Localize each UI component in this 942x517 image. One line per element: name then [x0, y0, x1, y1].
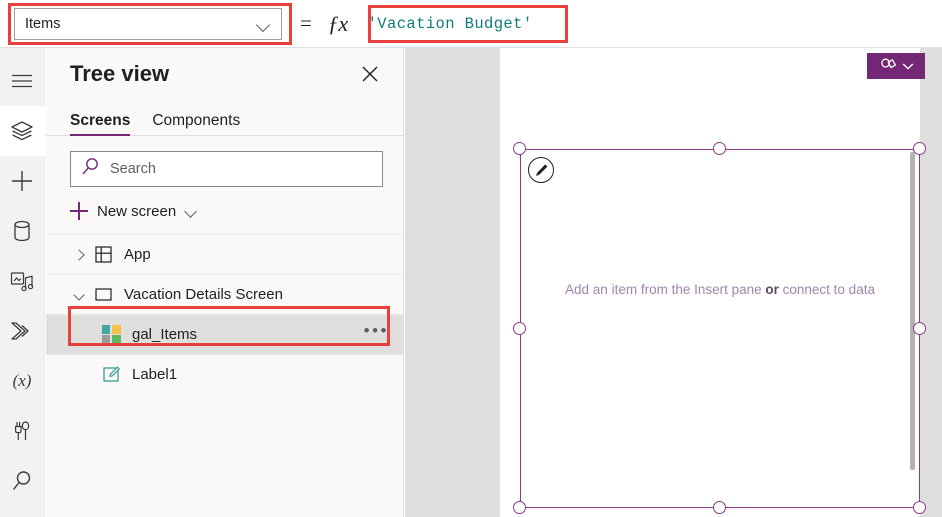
tree-item-label: App	[124, 246, 151, 263]
fx-icon: ƒx	[327, 10, 348, 36]
panel-title: Tree view	[70, 61, 170, 86]
chevron-down-icon	[74, 290, 84, 300]
tools-icon	[12, 420, 32, 442]
gallery-scrollbar[interactable]	[910, 152, 915, 470]
rail-item-data[interactable]	[0, 206, 45, 256]
panel-tabs: Screens Components	[46, 100, 403, 136]
search-input[interactable]	[110, 161, 372, 177]
gallery-empty-suffix: connect to data	[778, 282, 875, 297]
property-dropdown[interactable]: Items	[14, 7, 282, 40]
power-apps-studio: Items = ƒx 'Vacation Budget' (x) Tree vi…	[0, 0, 942, 517]
theme-shapes-icon	[879, 57, 899, 75]
tree-item-app[interactable]: App	[46, 234, 403, 274]
selection-handle-bottom-center[interactable]	[713, 501, 726, 514]
plus-icon	[70, 202, 88, 220]
rail-item-insert[interactable]	[0, 156, 45, 206]
tree-item-gal-items[interactable]: gal_Items •••	[46, 314, 403, 354]
selection-handle-bottom-right[interactable]	[913, 501, 926, 514]
variable-x-icon: (x)	[9, 370, 35, 392]
gallery-empty-message: Add an item from the Insert pane or conn…	[521, 282, 919, 297]
selection-handle-top-right[interactable]	[913, 142, 926, 155]
rail-item-search[interactable]	[0, 456, 45, 506]
tree-item-label1[interactable]: Label1	[46, 354, 403, 394]
screen-tree: App Vacation Details Screen gal_Items ••…	[46, 234, 403, 394]
property-dropdown-value: Items	[25, 15, 61, 32]
app-icon	[92, 244, 114, 266]
rail-item-power-automate[interactable]	[0, 306, 45, 356]
left-rail: (x)	[0, 48, 45, 517]
tab-screens[interactable]: Screens	[70, 112, 131, 136]
media-icon	[10, 270, 34, 292]
expand-collapse-toggle[interactable]	[66, 275, 92, 314]
equals-sign: =	[300, 11, 312, 35]
selection-handle-middle-right[interactable]	[913, 322, 926, 335]
gallery-empty-prefix: Add an item from the Insert pane	[565, 282, 766, 297]
search-icon	[11, 470, 33, 492]
gallery-control[interactable]: Add an item from the Insert pane or conn…	[520, 149, 920, 508]
new-screen-button[interactable]: New screen	[70, 196, 260, 226]
formula-input[interactable]	[361, 7, 942, 40]
database-icon	[13, 220, 31, 242]
svg-text:(x): (x)	[13, 371, 32, 390]
more-options-button[interactable]: •••	[364, 322, 389, 342]
chevron-down-icon	[257, 20, 271, 28]
screen-icon	[92, 284, 114, 306]
app-canvas: Add an item from the Insert pane or conn…	[405, 48, 942, 517]
gallery-icon	[100, 324, 122, 346]
chevron-down-icon	[185, 207, 197, 215]
formula-bar: Items = ƒx	[0, 0, 942, 48]
rail-item-media[interactable]	[0, 256, 45, 306]
tree-item-label: Label1	[132, 366, 178, 383]
hamburger-icon	[11, 73, 33, 89]
chevron-down-icon	[902, 62, 914, 71]
label-icon	[100, 364, 122, 386]
close-icon[interactable]	[355, 59, 385, 89]
tree-view-panel: Tree view Screens Components Search New …	[46, 48, 404, 517]
plus-icon	[11, 170, 33, 192]
pencil-icon[interactable]	[528, 157, 554, 183]
new-screen-label: New screen	[97, 202, 177, 220]
tree-item-vacation-details-screen[interactable]: Vacation Details Screen	[46, 274, 403, 314]
rail-item-tree-view[interactable]	[0, 106, 45, 156]
tree-item-label: Vacation Details Screen	[124, 286, 283, 303]
rail-item-hamburger-menu[interactable]	[0, 56, 45, 106]
layers-icon	[10, 120, 34, 142]
expand-collapse-toggle[interactable]	[66, 235, 92, 274]
rail-item-variables[interactable]: (x)	[0, 356, 45, 406]
rail-item-advanced-tools[interactable]	[0, 406, 45, 456]
panel-header: Tree view	[46, 48, 403, 100]
flow-icon	[10, 321, 34, 341]
selection-handle-top-center[interactable]	[713, 142, 726, 155]
theme-picker-button[interactable]	[867, 53, 925, 79]
search-box[interactable]	[70, 151, 383, 187]
selection-handle-middle-left[interactable]	[513, 322, 526, 335]
selection-handle-bottom-left[interactable]	[513, 501, 526, 514]
gallery-empty-or: or	[765, 282, 779, 297]
tab-components[interactable]: Components	[152, 112, 240, 135]
selection-handle-top-left[interactable]	[513, 142, 526, 155]
tree-item-label: gal_Items	[132, 326, 198, 343]
search-icon	[81, 157, 100, 181]
chevron-right-icon	[74, 250, 84, 260]
property-dropdown-wrapper: Items	[14, 7, 282, 40]
